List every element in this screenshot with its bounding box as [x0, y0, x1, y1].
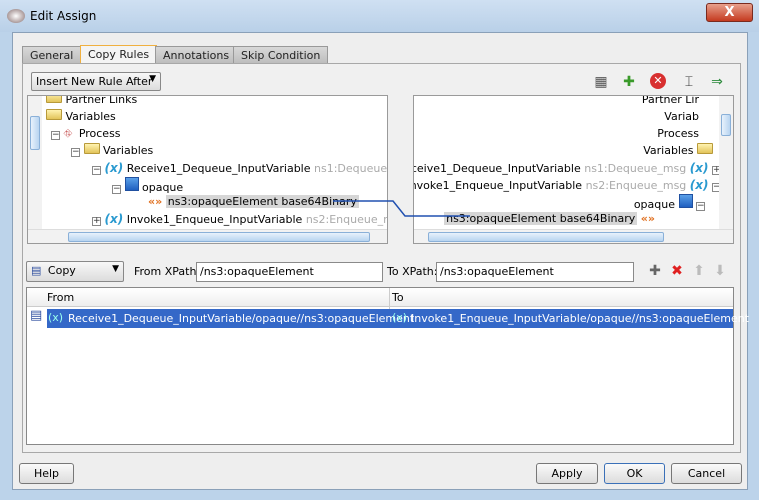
folder-open-icon — [46, 109, 62, 120]
folder-open-icon — [83, 143, 100, 154]
row-from: Receive1_Dequeue_InputVariable/opaque//n… — [68, 312, 415, 325]
to-xpath-input[interactable]: /ns3:opaqueElement — [436, 262, 634, 282]
copy-icon: ▤ — [30, 308, 43, 323]
operation-dropdown[interactable]: ▤ Copy ▼ — [26, 261, 124, 282]
column-header-to[interactable]: To — [392, 291, 404, 304]
cancel-button[interactable]: Cancel — [671, 463, 742, 484]
app-icon — [7, 9, 25, 23]
tree-node-variables[interactable]: Variables — [66, 110, 116, 123]
tree-node-invoke-variable[interactable]: Invoke1_Enqueue_InputVariable — [127, 213, 303, 226]
to-xpath-label: To XPath: — [387, 265, 438, 278]
copy-icon: ▤ — [31, 264, 42, 277]
variable-icon: (x) — [392, 311, 408, 324]
row-to: Invoke1_Enqueue_InputVariable/opaque//ns… — [411, 312, 750, 325]
copy-rules-table: From To ▤ (x) Receive1_Dequeue_InputVari… — [26, 287, 749, 445]
tree-node-partner-links[interactable]: Partner Lir — [642, 96, 699, 108]
receive-type: ns1:Dequeue_msg — [314, 162, 388, 175]
help-button[interactable]: Help — [19, 463, 74, 484]
source-vscroll[interactable] — [28, 96, 42, 229]
chevron-down-icon: ▼ — [112, 264, 119, 274]
folder-icon — [46, 96, 62, 103]
table-header — [27, 288, 733, 307]
folder-open-icon — [697, 143, 713, 154]
collapse-icon[interactable]: − — [696, 202, 705, 211]
table-row[interactable]: (x) Receive1_Dequeue_InputVariable/opaqu… — [47, 309, 749, 328]
from-xpath-label: From XPath: — [134, 265, 201, 278]
close-button[interactable]: X — [706, 3, 753, 22]
insert-mode-value: Insert New Rule After — [36, 75, 153, 88]
collapse-icon[interactable]: − — [51, 131, 60, 140]
message-part-icon — [678, 194, 693, 208]
move-down-icon[interactable]: ⬇ — [711, 262, 729, 280]
tab-skip-condition[interactable]: Skip Condition — [233, 46, 329, 64]
from-xpath-input[interactable]: /ns3:opaqueElement — [196, 262, 383, 282]
process-icon: ⛗ — [63, 127, 73, 140]
element-icon: «» — [640, 212, 655, 225]
tree-node-receive-variable[interactable]: Receive1_Dequeue_InputVariable — [414, 162, 581, 175]
variable-icon: (x) — [689, 161, 709, 175]
append-icon[interactable]: ⇒ — [708, 73, 726, 91]
variable-icon: (x) — [104, 161, 124, 175]
tree-node-variables[interactable]: Variab — [664, 109, 699, 125]
tree-node-opaque[interactable]: opaque — [142, 181, 183, 194]
chevron-down-icon: ▼ — [149, 74, 156, 84]
tree-node-process[interactable]: Process — [79, 127, 121, 140]
receive-type: ns1:Dequeue_msg — [584, 162, 687, 175]
tab-general[interactable]: General — [22, 46, 82, 64]
expand-icon[interactable]: + — [92, 217, 101, 226]
title-bar — [0, 0, 759, 32]
remove-icon[interactable]: ✕ — [650, 73, 666, 89]
expression-builder-icon[interactable]: ▦ — [592, 73, 610, 91]
column-header-from[interactable]: From — [47, 291, 74, 304]
literal-icon[interactable]: ⌶ — [680, 73, 698, 91]
xml-fragment-icon[interactable]: ✚ — [620, 73, 638, 91]
collapse-icon[interactable]: − — [112, 185, 121, 194]
variable-icon: (x) — [48, 311, 64, 324]
tab-annotations[interactable]: Annotations — [155, 46, 238, 64]
element-icon: «» — [148, 195, 163, 208]
operation-value: Copy — [47, 264, 76, 277]
insert-mode-dropdown[interactable]: Insert New Rule After ▼ — [31, 72, 161, 91]
mapping-link-line — [333, 200, 470, 217]
delete-rule-icon[interactable]: ✖ — [668, 262, 686, 280]
window-title: Edit Assign — [30, 9, 97, 23]
invoke-type: ns2:Enqueue_msg — [585, 179, 687, 192]
tree-node-partner-links[interactable]: Partner Links — [66, 96, 138, 106]
move-up-icon[interactable]: ⬆ — [690, 262, 708, 280]
tab-copy-rules[interactable]: Copy Rules — [80, 45, 158, 64]
tree-node-opaque[interactable]: opaque — [634, 198, 675, 211]
add-rule-icon[interactable]: ✚ — [646, 262, 664, 280]
collapse-icon[interactable]: − — [92, 166, 101, 175]
source-hscroll[interactable] — [28, 229, 387, 243]
tree-node-sub-variables[interactable]: Variables — [103, 144, 153, 157]
variable-icon: (x) — [104, 212, 124, 226]
tree-node-receive-variable[interactable]: Receive1_Dequeue_InputVariable — [127, 162, 311, 175]
tree-node-sub-variables[interactable]: Variables — [643, 144, 693, 157]
target-hscroll[interactable] — [414, 229, 733, 243]
apply-button[interactable]: Apply — [536, 463, 598, 484]
target-vscroll[interactable] — [719, 96, 733, 229]
message-part-icon — [124, 177, 139, 191]
collapse-icon[interactable]: − — [71, 148, 80, 157]
ok-button[interactable]: OK — [604, 463, 665, 484]
variable-icon: (x) — [689, 178, 709, 192]
tree-node-process[interactable]: Process — [657, 126, 699, 142]
